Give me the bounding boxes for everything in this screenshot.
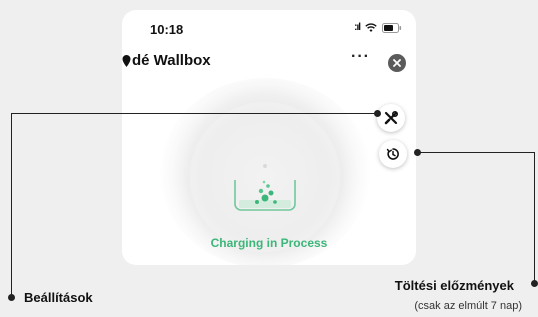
history-button[interactable]: [379, 140, 407, 168]
title-text: dé Wallbox: [132, 52, 211, 69]
settings-button[interactable]: [377, 104, 405, 132]
history-callout-dot-bottom: [531, 280, 538, 287]
settings-callout-line-h: [11, 113, 377, 114]
page-title: dé Wallbox: [122, 52, 211, 69]
settings-callout-dot-bottom: [8, 294, 15, 301]
history-label: Töltési előzmények: [394, 278, 514, 293]
history-callout-dot-top: [414, 149, 421, 156]
more-icon[interactable]: ···: [351, 49, 370, 65]
history-callout-line-h: [418, 152, 535, 153]
settings-callout-line-v: [11, 113, 12, 297]
app-screen: 10:18 :ıl dé Wallbox ··· Charging in Pro…: [122, 10, 416, 265]
history-callout-line-v: [534, 152, 535, 283]
wifi-icon: [365, 22, 377, 33]
status-icons: :ıl: [354, 22, 402, 33]
pin-icon: [122, 54, 131, 67]
close-icon: [393, 59, 401, 67]
charging-status: Charging in Process: [210, 236, 328, 250]
battery-icon: [382, 22, 402, 33]
charging-icon: [234, 164, 296, 211]
close-button[interactable]: [388, 54, 406, 72]
settings-label: Beállítások: [24, 290, 93, 305]
tools-icon: [384, 111, 398, 125]
settings-callout-dot-top: [374, 110, 381, 117]
signal-icon: :ıl: [354, 22, 361, 33]
history-note: (csak az elmúlt 7 nap): [414, 300, 522, 312]
status-time: 10:18: [150, 22, 184, 37]
history-icon: [386, 148, 399, 160]
